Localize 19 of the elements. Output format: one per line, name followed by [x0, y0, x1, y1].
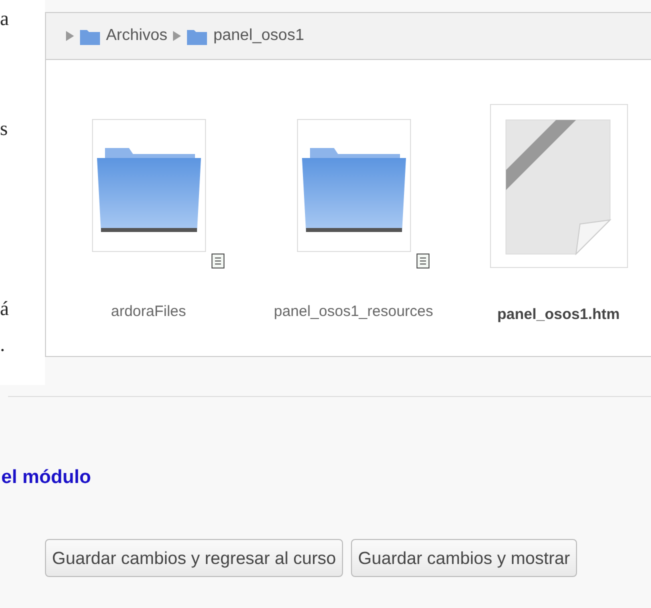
folder-icon — [187, 28, 208, 44]
file-thumbnail[interactable] — [490, 104, 628, 268]
text-fragment: a — [0, 8, 10, 30]
document-icon — [210, 253, 224, 269]
breadcrumb-item[interactable]: Archivos — [106, 27, 168, 45]
arrow-right-icon — [173, 31, 182, 41]
text-fragment: s — [0, 118, 9, 140]
section-heading: lel módulo — [0, 467, 92, 489]
save-button[interactable]: Guardar cambios y mostrar — [351, 539, 578, 577]
text-fragment: . — [0, 334, 6, 356]
arrow-right-icon — [66, 31, 74, 41]
save-button[interactable]: Guardar cambios y regresar al curso — [45, 539, 343, 577]
breadcrumb-item[interactable]: panel_osos1 — [213, 27, 304, 45]
file-name[interactable]: panel_osos1_resources — [274, 300, 434, 324]
file-name[interactable]: panel_osos1.htm — [497, 303, 620, 327]
document-icon — [416, 253, 430, 269]
folder-icon — [80, 28, 100, 44]
text-fragment: á — [0, 298, 10, 320]
file-name[interactable]: ardoraFiles — [110, 300, 186, 324]
